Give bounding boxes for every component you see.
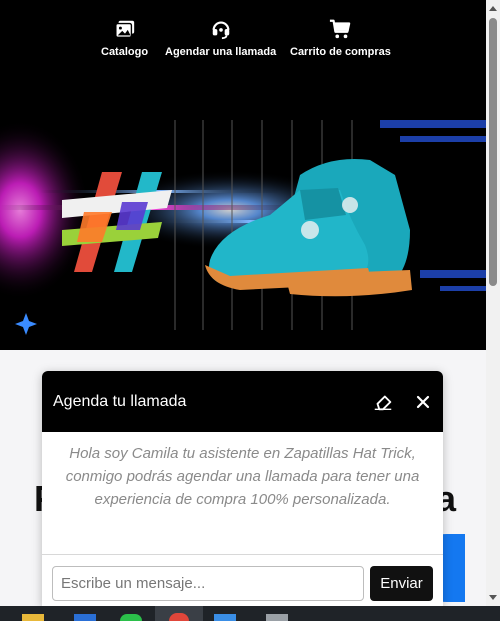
eraser-icon[interactable] [372,391,394,413]
top-navigation: Catalogo Agendar una llamada Carrito de … [0,0,486,80]
app-icon[interactable] [214,614,236,621]
nav-label: Catalogo [101,46,149,58]
send-button[interactable]: Enviar [370,566,433,601]
chrome-icon [169,613,189,621]
image-gallery-icon [114,20,134,38]
nav-item-catalogo[interactable]: Catalogo [101,18,148,58]
app-icon[interactable] [74,614,96,621]
chat-input-bar: Enviar [42,554,443,606]
hero-banner-image [0,80,486,350]
taskbar [0,606,500,621]
taskbar-active-app[interactable] [155,606,203,621]
scroll-down-arrow-icon[interactable] [489,595,497,600]
nav-label: Agendar una llamada [165,46,277,58]
nav-item-carrito[interactable]: Carrito de compras [290,18,391,58]
shopping-cart-icon [330,19,351,39]
hero-banner [0,80,486,350]
nav-item-agendar-llamada[interactable]: Agendar una llamada [165,18,276,58]
scroll-thumb[interactable] [489,18,497,286]
nav-label: Carrito de compras [290,46,391,58]
headset-icon [212,21,230,40]
chat-widget: Agenda tu llamada Hola soy Camila tu asi… [42,371,443,606]
scroll-up-arrow-icon[interactable] [489,6,497,11]
chat-message-input[interactable] [52,566,364,601]
file-explorer-icon[interactable] [22,614,44,621]
chat-title: Agenda tu llamada [53,392,187,410]
chat-header: Agenda tu llamada [42,371,443,432]
chat-message: Hola soy Camila tu asistente en Zapatill… [65,445,420,508]
close-icon[interactable] [415,394,431,410]
vertical-scrollbar[interactable] [486,0,500,606]
whatsapp-icon[interactable] [120,614,142,621]
app-icon[interactable] [266,614,288,621]
